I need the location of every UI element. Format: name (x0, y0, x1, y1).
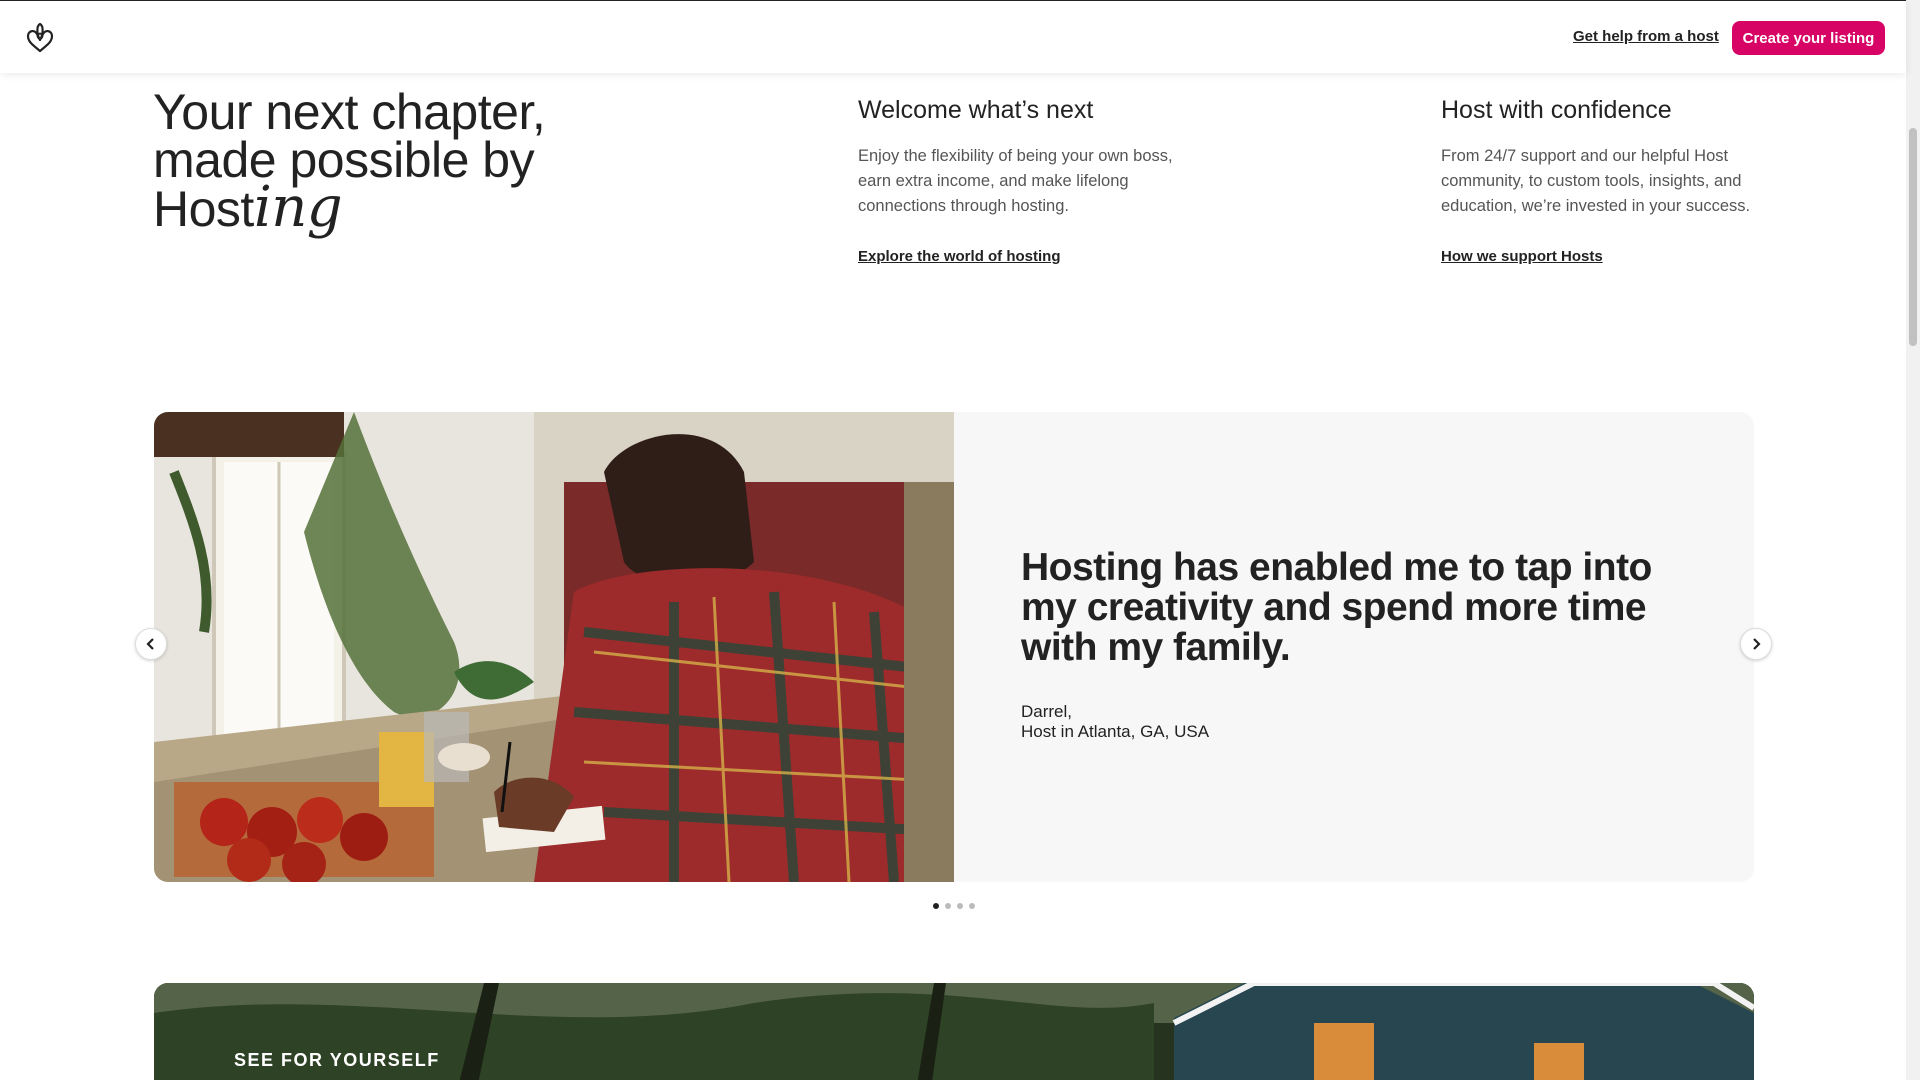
hero-title-line2: made possible by (153, 132, 535, 188)
carousel-dot-4[interactable] (969, 903, 975, 909)
host-name: Darrel, (1021, 702, 1073, 721)
welcome-body: Enjoy the flexibility of being your own … (858, 147, 1173, 215)
confidence-title: Host with confidence (1441, 96, 1672, 124)
host-location: Host in Atlanta, GA, USA (1021, 722, 1210, 741)
confidence-body: From 24/7 support and our helpful Host c… (1441, 147, 1751, 215)
hero-title: Your next chapter, made possible by Host… (153, 87, 613, 236)
support-hosts-link[interactable]: How we support Hosts (1441, 248, 1603, 265)
carousel-next-button[interactable] (1740, 628, 1772, 660)
explore-hosting-link[interactable]: Explore the world of hosting (858, 248, 1061, 265)
testimonial-quote: Hosting has enabled me to tap into my cr… (1021, 546, 1652, 669)
top-navigation-bar: Get help from a host Create your listing (0, 0, 1906, 73)
testimonial-slide: Hosting has enabled me to tap into my cr… (154, 412, 1754, 882)
hero-title-script: ing (253, 175, 343, 240)
carousel-dot-3[interactable] (957, 903, 963, 909)
carousel-pagination (933, 903, 975, 909)
host-photo (154, 412, 954, 882)
scrollbar-thumb[interactable] (1909, 128, 1917, 346)
carousel-dot-2[interactable] (945, 903, 951, 909)
testimonial-attribution: Darrel, Host in Atlanta, GA, USA (1021, 702, 1209, 742)
hero-title-word: Host (153, 181, 254, 237)
see-for-yourself-label: SEE FOR YOURSELF (234, 1050, 440, 1070)
chevron-right-icon (1753, 638, 1761, 650)
welcome-column: Welcome what’s next Enjoy the flexibilit… (858, 94, 1188, 265)
chevron-left-icon (146, 638, 154, 650)
see-for-yourself-banner: SEE FOR YOURSELF (154, 983, 1754, 1080)
testimonial-carousel: Hosting has enabled me to tap into my cr… (135, 412, 1772, 882)
confidence-column: Host with confidence From 24/7 support a… (1441, 94, 1771, 265)
get-help-link[interactable]: Get help from a host (1573, 28, 1719, 45)
welcome-title: Welcome what’s next (858, 96, 1094, 124)
airbnb-logo-icon[interactable] (24, 21, 56, 55)
create-listing-button[interactable]: Create your listing (1732, 21, 1885, 55)
carousel-prev-button[interactable] (135, 628, 167, 660)
carousel-dot-1[interactable] (933, 903, 939, 909)
